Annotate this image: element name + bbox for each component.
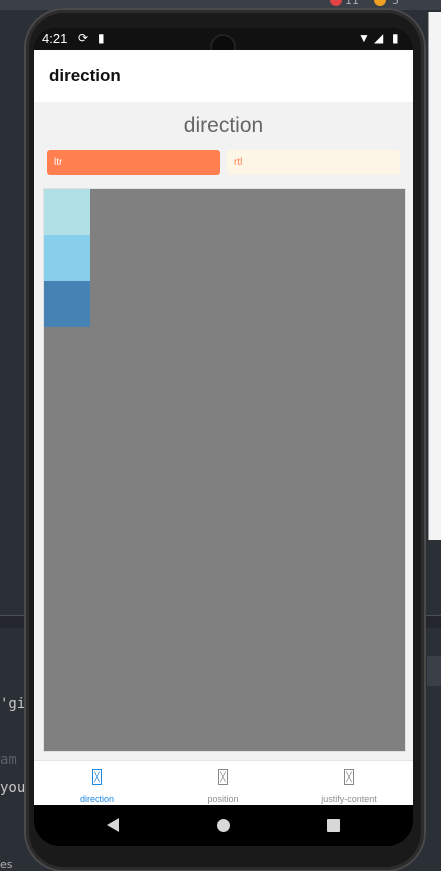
system-nav-bar bbox=[34, 805, 413, 846]
placeholder-icon: ╳ bbox=[344, 769, 354, 785]
placeholder-icon: ╳ bbox=[92, 769, 102, 785]
tab-label: position bbox=[207, 794, 239, 804]
home-icon[interactable] bbox=[217, 819, 230, 832]
back-icon[interactable] bbox=[107, 818, 119, 832]
preview-box-1 bbox=[44, 189, 90, 235]
tab-label: justify-content bbox=[321, 794, 377, 804]
sync-icon: ⟳ bbox=[78, 31, 89, 45]
ide-scroll-handle[interactable] bbox=[427, 656, 441, 686]
tab-position[interactable]: ╳ position bbox=[160, 761, 286, 806]
placeholder-icon: ╳ bbox=[218, 769, 228, 785]
error-count: 11 bbox=[345, 0, 359, 7]
recents-icon[interactable] bbox=[327, 819, 340, 832]
app-bar: direction bbox=[34, 50, 413, 102]
wifi-icon: ▼ bbox=[358, 31, 370, 45]
ide-code-line: am bbox=[0, 752, 17, 768]
tab-label: direction bbox=[79, 794, 115, 804]
signal-icon: ◢ bbox=[374, 31, 384, 45]
status-time: 4:21 bbox=[42, 31, 68, 46]
battery-icon: ▮ bbox=[392, 31, 399, 45]
preview-box-3 bbox=[44, 281, 90, 327]
page-title: direction bbox=[49, 66, 121, 85]
tab-justify-content[interactable]: ╳ justify-content bbox=[286, 761, 412, 806]
error-icon bbox=[330, 0, 342, 6]
ide-code-line: you bbox=[0, 780, 26, 796]
ide-side-panel bbox=[428, 12, 441, 540]
bottom-tab-bar: ╳ direction ╳ position ╳ justify-content bbox=[34, 760, 413, 806]
ide-code-line: 'gi bbox=[0, 696, 26, 712]
phone-screen: 4:21 ⟳ ▮ ▼ ◢ ▮ direction direction ltr r… bbox=[34, 28, 413, 846]
sd-card-icon: ▮ bbox=[98, 31, 105, 45]
ide-status-text: es bbox=[0, 858, 13, 871]
warning-icon bbox=[374, 0, 386, 6]
main-content: direction ltr rtl bbox=[34, 102, 413, 760]
tab-direction[interactable]: ╳ direction bbox=[34, 761, 160, 806]
section-heading: direction bbox=[183, 114, 264, 137]
warning-count: 5 bbox=[392, 0, 399, 7]
ide-top-bar: 11 5 bbox=[0, 0, 441, 10]
option-button-rtl[interactable]: rtl bbox=[227, 150, 400, 175]
layout-playground bbox=[43, 188, 406, 752]
option-button-ltr[interactable]: ltr bbox=[47, 150, 220, 175]
preview-box-2 bbox=[44, 235, 90, 281]
